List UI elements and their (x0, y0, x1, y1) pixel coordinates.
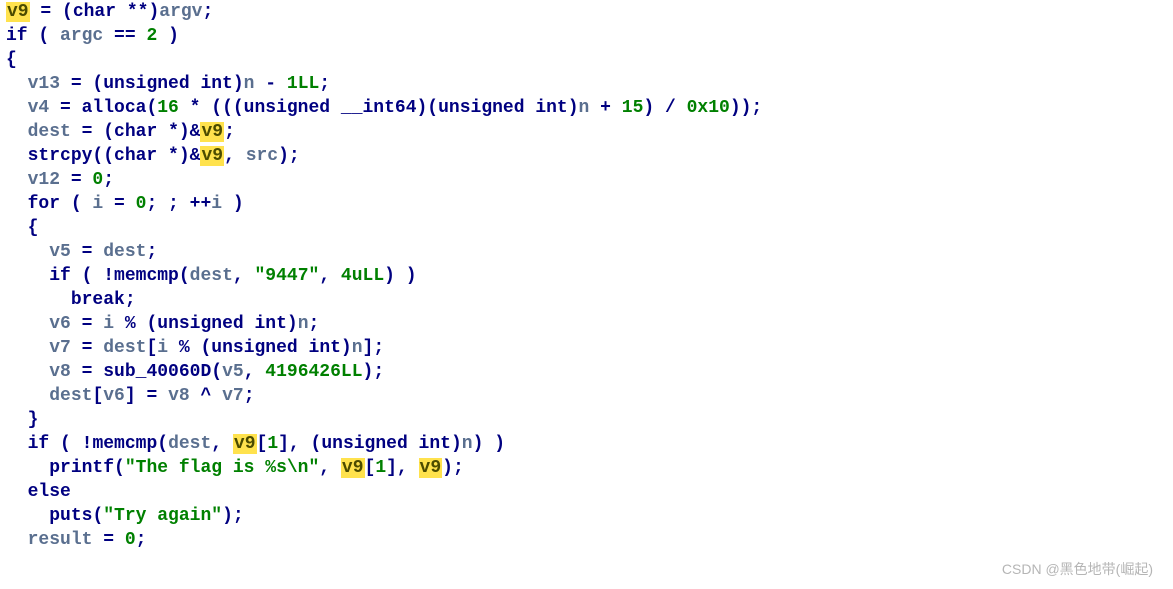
highlighted-var: v9 (6, 2, 30, 22)
code-line: v9 = (char **)argv; (6, 2, 213, 22)
watermark-text: CSDN @黑色地带(崛起) (1002, 559, 1153, 579)
code-line: if ( !memcmp(dest, "9447", 4uLL) ) (6, 266, 417, 286)
code-line: } (6, 410, 38, 430)
code-line: v13 = (unsigned int)n - 1LL; (6, 74, 330, 94)
code-line: { (6, 50, 17, 70)
code-line: if ( argc == 2 ) (6, 26, 179, 46)
code-line: v6 = i % (unsigned int)n; (6, 314, 319, 334)
code-line: v7 = dest[i % (unsigned int)n]; (6, 338, 384, 358)
code-line: { (6, 218, 38, 238)
code-line: v12 = 0; (6, 170, 114, 190)
code-line: result = 0; (6, 530, 146, 550)
code-line: dest[v6] = v8 ^ v7; (6, 386, 255, 406)
code-line: puts("Try again"); (6, 506, 244, 526)
code-line: v8 = sub_40060D(v5, 4196426LL); (6, 362, 384, 382)
code-line: for ( i = 0; ; ++i ) (6, 194, 244, 214)
highlighted-var: v9 (200, 146, 224, 166)
code-line: v4 = alloca(16 * (((unsigned __int64)(un… (6, 98, 762, 118)
code-line: strcpy((char *)&v9, src); (6, 146, 300, 166)
code-line: v5 = dest; (6, 242, 157, 262)
decompiled-code: v9 = (char **)argv; if ( argc == 2 ) { v… (0, 0, 1173, 552)
highlighted-var: v9 (419, 458, 443, 478)
code-line: else (6, 482, 71, 502)
highlighted-var: v9 (200, 122, 224, 142)
highlighted-var: v9 (233, 434, 257, 454)
code-line: break; (6, 290, 136, 310)
highlighted-var: v9 (341, 458, 365, 478)
code-line: dest = (char *)&v9; (6, 122, 235, 142)
code-line: printf("The flag is %s\n", v9[1], v9); (6, 458, 464, 478)
code-line: if ( !memcmp(dest, v9[1], (unsigned int)… (6, 434, 505, 454)
